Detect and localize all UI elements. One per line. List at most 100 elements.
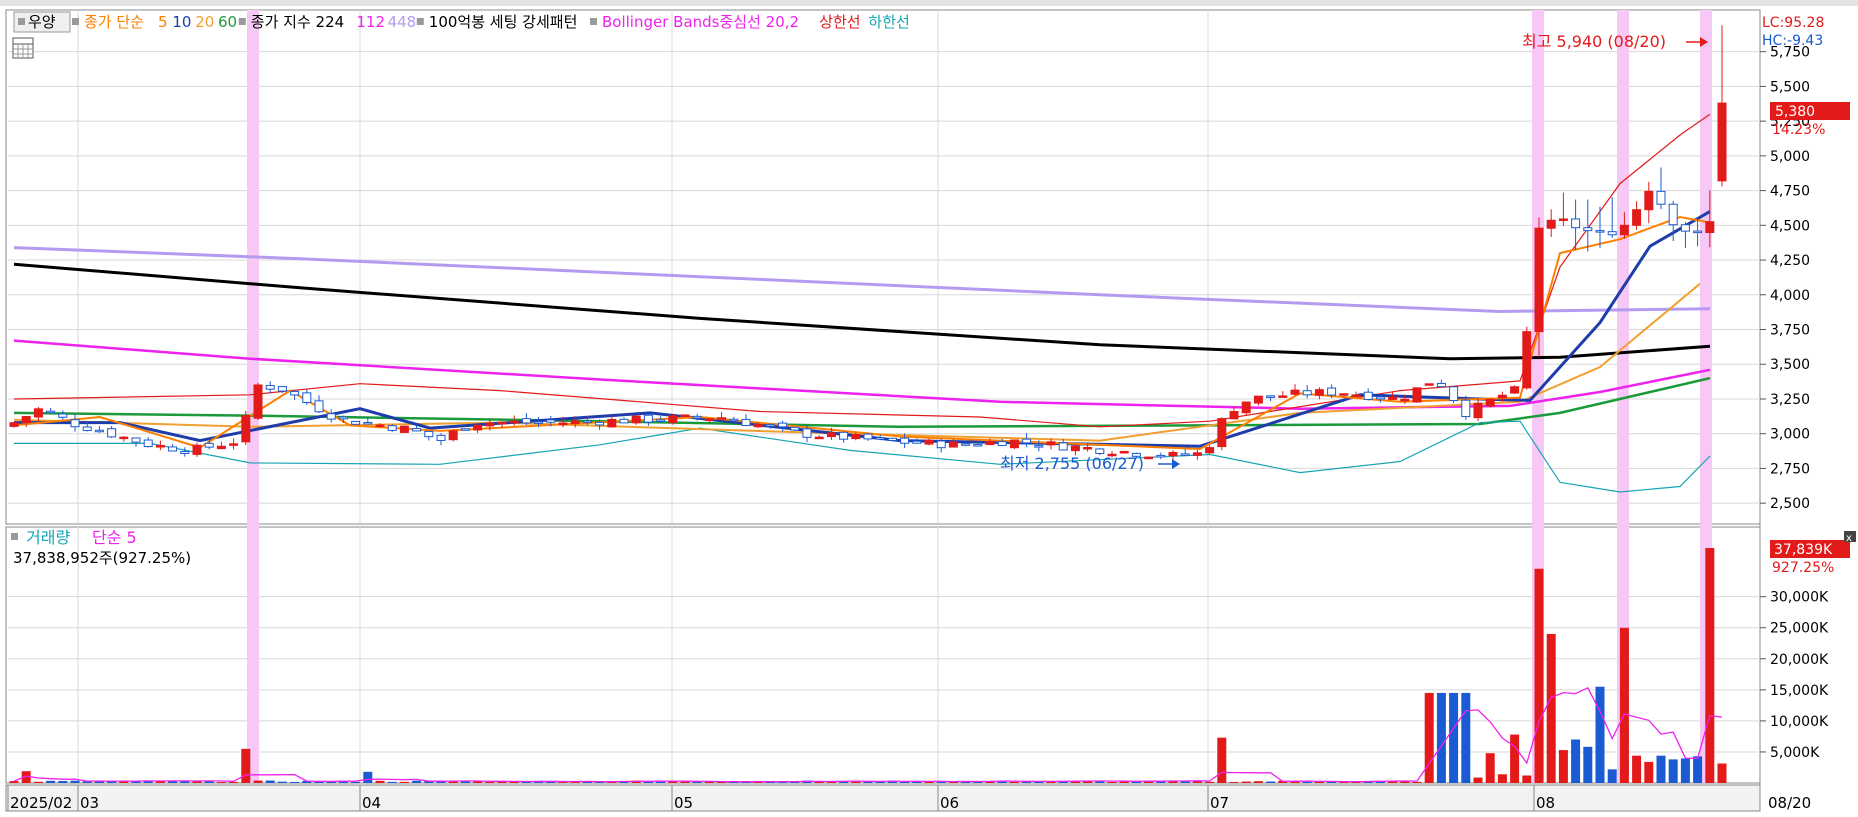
candle-body <box>1314 389 1324 396</box>
candle-body <box>546 419 556 423</box>
candle-body <box>1632 209 1642 226</box>
volume-bar <box>1656 755 1666 783</box>
y-tick-label: 4,000 <box>1770 288 1810 304</box>
x-tick-label: 2025/02 <box>10 794 72 812</box>
y-tick-label: 4,500 <box>1770 218 1810 234</box>
volume-bar <box>1107 781 1117 783</box>
volume-bar <box>399 781 409 783</box>
volume-title: 거래량 <box>26 528 70 547</box>
candle-body <box>814 436 824 440</box>
candle-body <box>1558 218 1568 221</box>
calendar-icon[interactable] <box>12 37 34 59</box>
candle-body <box>497 421 507 425</box>
indicator-legend[interactable]: 종가 단순 5 10 20 60 종가 지수 224 112 448 100억봉 세팅 강세패턴… <box>72 13 910 31</box>
candle-body <box>1705 221 1715 233</box>
candle-body <box>485 422 495 427</box>
legend-item: 60 <box>218 13 237 31</box>
candle-body <box>1070 445 1080 452</box>
candle-body <box>936 440 946 449</box>
volume-tick-label: 10,000K <box>1770 714 1829 730</box>
volume-bar <box>1595 686 1605 783</box>
candle-body <box>753 424 763 428</box>
candle-body <box>582 420 592 424</box>
candle-body <box>1229 411 1239 420</box>
candle-body <box>1583 227 1593 232</box>
candle-body <box>1375 396 1385 400</box>
candle-body <box>1693 230 1703 234</box>
candle-body <box>9 422 19 427</box>
volume-tick-label: 25,000K <box>1770 621 1829 637</box>
candle-body <box>692 415 702 419</box>
x-tick-label: 06 <box>940 794 959 812</box>
volume-bar <box>1266 781 1276 783</box>
volume-bar <box>351 781 361 783</box>
volume-bar <box>1205 781 1215 783</box>
volume-panel <box>5 526 1761 784</box>
candle-body <box>253 384 263 419</box>
volume-bar <box>1436 692 1446 783</box>
candle-body <box>826 432 836 438</box>
candle-body <box>1095 448 1105 454</box>
candle-body <box>1668 203 1678 226</box>
volume-bar <box>1668 759 1678 783</box>
y-tick-label: 4,750 <box>1770 184 1810 200</box>
candle-body <box>21 416 31 424</box>
legend-item: 10 <box>172 13 191 31</box>
candle-body <box>1009 439 1019 449</box>
candle-body <box>131 437 141 443</box>
candle-body <box>1644 190 1654 211</box>
candle-body <box>1253 395 1263 404</box>
candle-body <box>924 439 934 445</box>
volume-bar <box>900 781 910 783</box>
volume-bar <box>1534 568 1544 783</box>
candle-body <box>619 418 629 424</box>
candle-body <box>1619 224 1629 236</box>
volume-summary: 37,838,952주(927.25%) <box>13 549 191 567</box>
candle-body <box>863 433 873 440</box>
candle-body <box>460 428 470 431</box>
candle-body <box>314 400 324 413</box>
stock-chart[interactable]: 5,7505,5005,2505,0004,7504,5004,2504,000… <box>0 0 1858 817</box>
volume-bar <box>1241 781 1251 783</box>
current-volume: 37,839K <box>1774 542 1833 558</box>
candle-body <box>1205 447 1215 454</box>
candle-body <box>704 418 714 422</box>
volume-bar <box>1217 737 1227 783</box>
volume-bar <box>1424 692 1434 783</box>
close-x-glyph: x <box>1846 533 1852 544</box>
x-tick-label: 03 <box>80 794 99 812</box>
candle-body <box>1595 230 1605 233</box>
hc-value: HC:-9.43 <box>1762 33 1823 49</box>
candle-body <box>265 385 275 390</box>
candle-body <box>70 419 80 428</box>
candle-body <box>351 420 361 425</box>
candle-body <box>1412 387 1422 403</box>
volume-bar <box>265 780 275 783</box>
lc-value: LC:95.28 <box>1762 15 1824 31</box>
volume-ma-title: 단순 5 <box>92 528 137 547</box>
candle-body <box>875 437 885 440</box>
volume-bar <box>1558 750 1568 783</box>
candle-body <box>1717 102 1727 182</box>
candle-body <box>1241 401 1251 414</box>
volume-bar <box>1583 746 1593 783</box>
candle-body <box>119 436 129 440</box>
candle-body <box>1436 382 1446 388</box>
candle-body <box>387 425 397 431</box>
x-axis-panel <box>5 784 1761 812</box>
legend-square-icon <box>238 18 246 25</box>
candle-body <box>1400 398 1410 402</box>
candle-body <box>375 424 385 427</box>
candle-body <box>229 443 239 446</box>
volume-bar <box>412 780 422 783</box>
x-tick-label: 08 <box>1536 794 1555 812</box>
legend-item: 상한선 <box>819 13 860 31</box>
volume-tick-label: 20,000K <box>1770 652 1829 668</box>
candle-body <box>1034 445 1044 448</box>
candle-body <box>1327 387 1337 396</box>
y-tick-label: 5,000 <box>1770 149 1810 165</box>
candle-body <box>851 434 861 440</box>
candle-body <box>448 430 458 441</box>
volume-tick-label: 5,000K <box>1770 745 1820 761</box>
volume-bar <box>33 781 43 783</box>
